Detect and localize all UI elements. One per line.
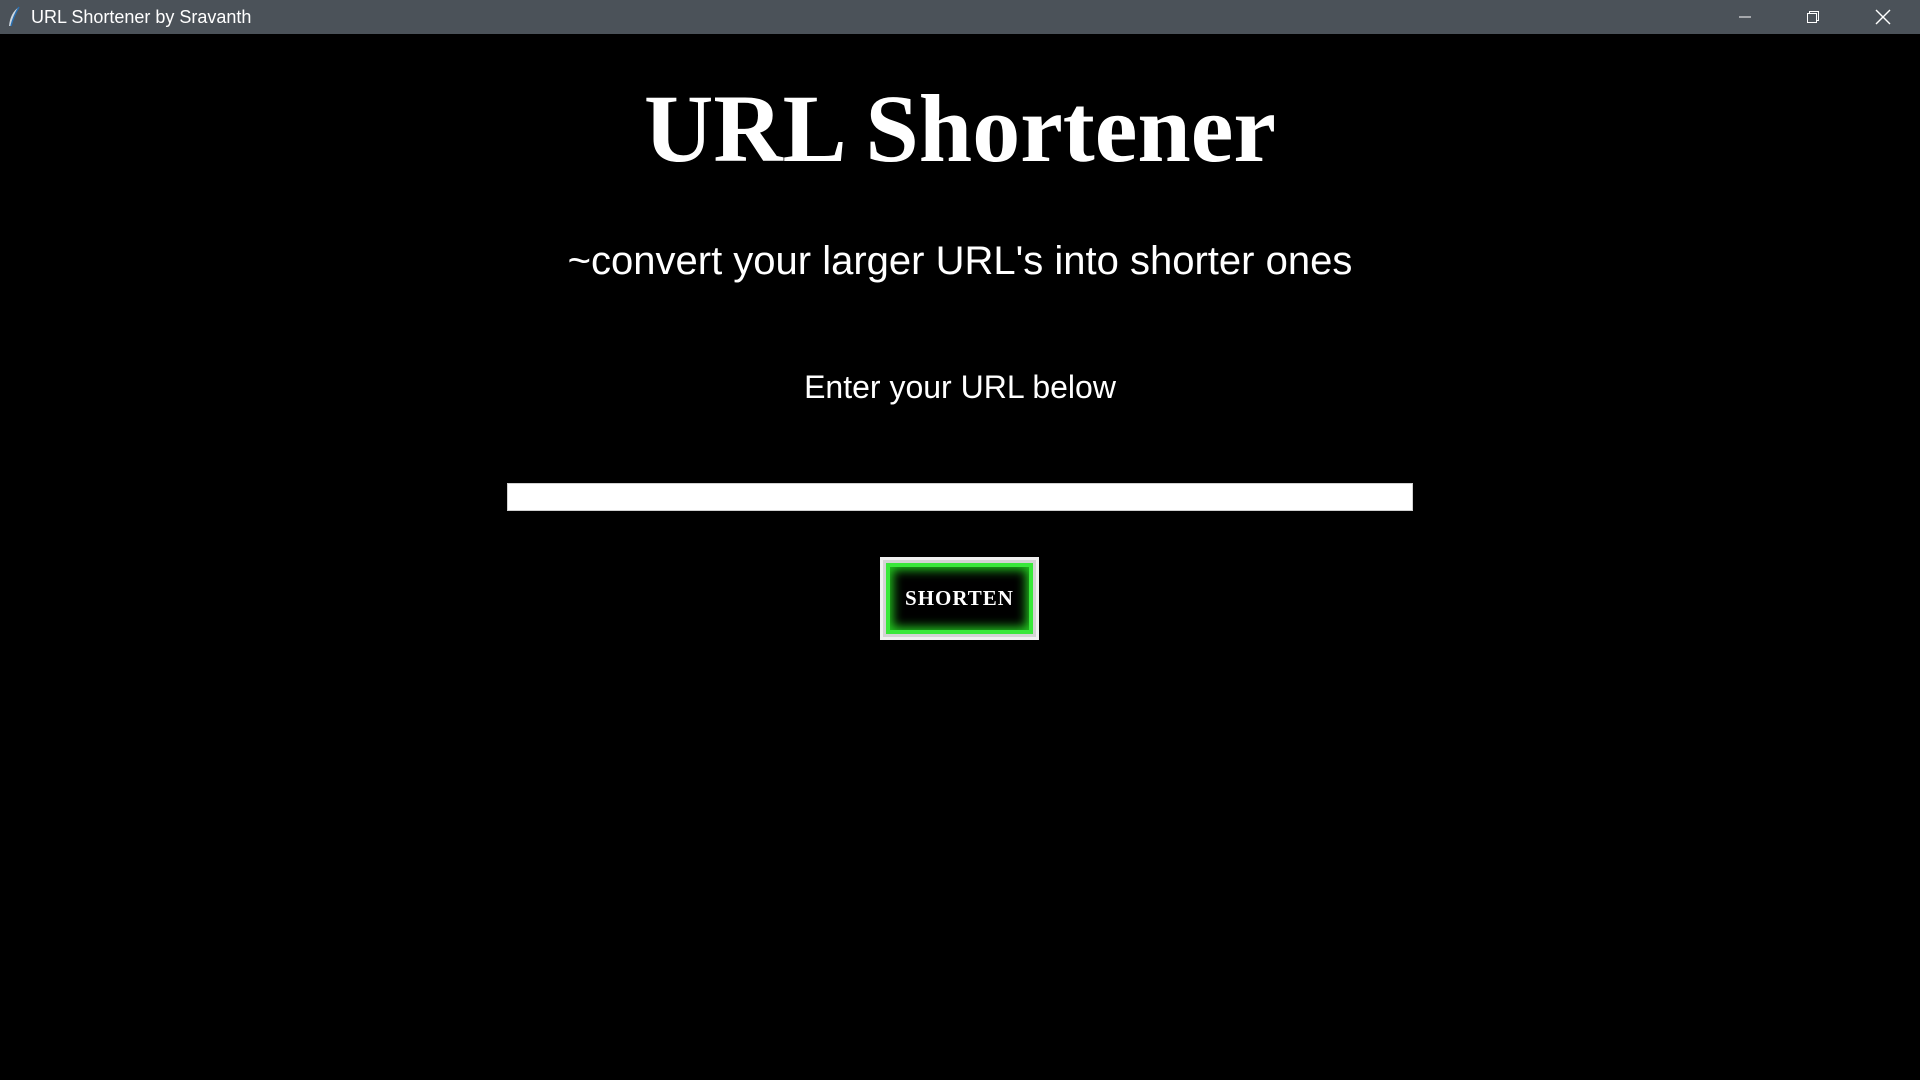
feather-icon	[7, 6, 21, 28]
subtitle: ~convert your larger URL's into shorter …	[567, 239, 1353, 283]
minimize-icon	[1738, 10, 1752, 24]
app-window: URL Shortener by Sravanth URL Shortener …	[0, 0, 1920, 1080]
restore-icon	[1806, 10, 1820, 24]
title-bar[interactable]: URL Shortener by Sravanth	[0, 0, 1920, 34]
shorten-button[interactable]: SHORTEN	[880, 557, 1039, 640]
shorten-button-label: SHORTEN	[886, 563, 1033, 634]
close-icon	[1875, 9, 1891, 25]
window-title: URL Shortener by Sravanth	[31, 7, 252, 27]
url-input[interactable]	[507, 483, 1413, 511]
page-title: URL Shortener	[644, 75, 1276, 182]
restore-button[interactable]	[1778, 0, 1848, 34]
main-content: URL Shortener ~convert your larger URL's…	[0, 34, 1920, 1080]
minimize-button[interactable]	[1710, 0, 1780, 34]
url-prompt-label: Enter your URL below	[804, 369, 1116, 405]
close-button[interactable]	[1848, 0, 1918, 34]
